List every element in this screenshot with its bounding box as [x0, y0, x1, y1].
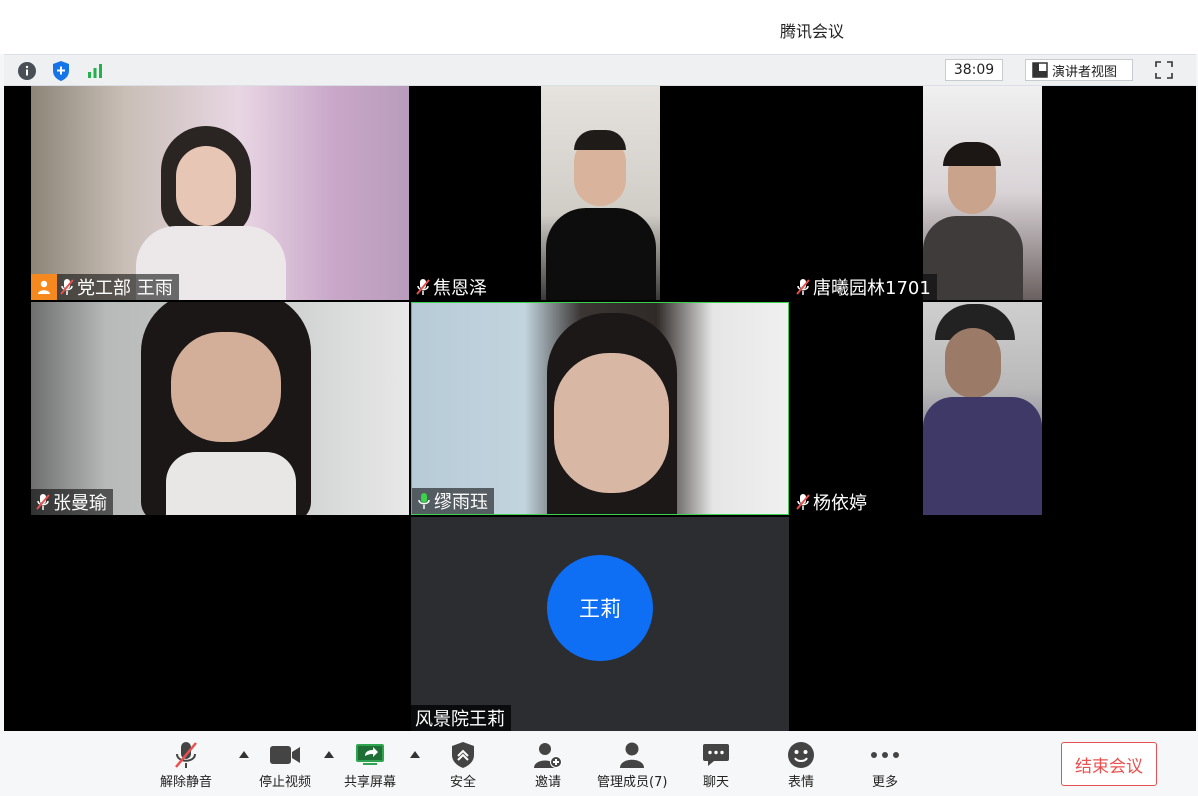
- security-button[interactable]: 安全: [446, 739, 480, 790]
- more-button[interactable]: 更多: [868, 739, 902, 790]
- add-user-icon: [531, 739, 565, 771]
- video-tile[interactable]: 杨依婷: [791, 302, 1169, 515]
- participant-name: 张曼瑜: [53, 493, 107, 514]
- participant-name: 党工部 王雨: [77, 278, 173, 299]
- participant-name-tag: 党工部 王雨: [31, 274, 179, 300]
- meeting-info-bar: 38:09 演讲者视图: [4, 54, 1196, 86]
- manage-members-button[interactable]: 管理成员(7): [597, 739, 667, 790]
- shield-icon: [446, 739, 480, 771]
- end-meeting-button[interactable]: 结束会议: [1061, 742, 1157, 786]
- info-icon[interactable]: [16, 60, 38, 82]
- video-tile-no-video[interactable]: 王莉 风景院王莉: [411, 517, 789, 731]
- fullscreen-icon[interactable]: [1154, 60, 1174, 80]
- participant-name: 唐曦园林1701: [813, 278, 931, 299]
- participant-name-tag: 杨依婷: [791, 489, 873, 515]
- video-grid: 党工部 王雨 焦恩泽 唐曦园林1701 张曼瑜 缪雨珏 杨依婷 王莉 风景院王莉: [4, 86, 1196, 731]
- participant-name-tag: 焦恩泽: [411, 274, 493, 300]
- shield-icon[interactable]: [50, 60, 72, 82]
- participant-name: 杨依婷: [813, 493, 867, 514]
- mic-active-icon: [418, 493, 430, 509]
- video-tile[interactable]: 党工部 王雨: [31, 86, 409, 300]
- video-options-caret-icon[interactable]: [324, 751, 334, 758]
- window-title: 腾讯会议: [780, 22, 845, 41]
- mic-muted-icon: [36, 494, 50, 510]
- mic-muted-icon: [796, 279, 810, 295]
- chat-button[interactable]: 聊天: [699, 739, 733, 790]
- video-tile[interactable]: 焦恩泽: [411, 86, 789, 300]
- signal-icon[interactable]: [84, 60, 106, 82]
- mic-muted-icon: [169, 739, 203, 771]
- host-badge-icon: [31, 274, 57, 300]
- unmute-button[interactable]: 解除静音: [160, 739, 212, 790]
- participant-video: [541, 86, 660, 300]
- more-dots-icon: [868, 739, 902, 771]
- share-screen-icon: [353, 739, 387, 771]
- meeting-toolbar: 解除静音 停止视频 共享屏幕 安全 邀请 管理成员(7) 聊天 表情 更多: [0, 731, 1198, 796]
- participant-name-tag: 张曼瑜: [31, 489, 113, 515]
- participant-name: 缪雨珏: [434, 492, 488, 513]
- presenter-view-icon: [1032, 62, 1048, 78]
- participant-name-tag: 缪雨珏: [412, 488, 494, 514]
- video-tile[interactable]: 张曼瑜: [31, 302, 409, 515]
- stop-video-button[interactable]: 停止视频: [259, 739, 311, 790]
- audio-options-caret-icon[interactable]: [239, 751, 249, 758]
- presenter-view-label: 演讲者视图: [1052, 64, 1118, 80]
- avatar: 王莉: [547, 555, 653, 661]
- presenter-view-button[interactable]: 演讲者视图: [1025, 59, 1133, 81]
- title-bar: 腾讯会议: [0, 0, 1198, 54]
- participant-video: [923, 86, 1042, 300]
- participant-name-tag: 唐曦园林1701: [791, 274, 937, 300]
- mic-muted-icon: [60, 279, 74, 295]
- meeting-timer: 38:09: [945, 59, 1003, 81]
- video-tile-active-speaker[interactable]: 缪雨珏: [411, 302, 789, 515]
- members-icon: [615, 739, 649, 771]
- smiley-icon: [784, 739, 818, 771]
- mic-muted-icon: [796, 494, 810, 510]
- participant-name: 焦恩泽: [433, 278, 487, 299]
- participant-video: [923, 302, 1042, 515]
- participant-name: 风景院王莉: [415, 709, 505, 730]
- participant-name-tag: 风景院王莉: [411, 705, 511, 731]
- video-tile[interactable]: 唐曦园林1701: [791, 86, 1169, 300]
- reactions-button[interactable]: 表情: [784, 739, 818, 790]
- chat-bubble-icon: [699, 739, 733, 771]
- share-screen-button[interactable]: 共享屏幕: [344, 739, 396, 790]
- video-camera-icon: [268, 739, 302, 771]
- share-options-caret-icon[interactable]: [410, 751, 420, 758]
- invite-button[interactable]: 邀请: [531, 739, 565, 790]
- mic-muted-icon: [416, 279, 430, 295]
